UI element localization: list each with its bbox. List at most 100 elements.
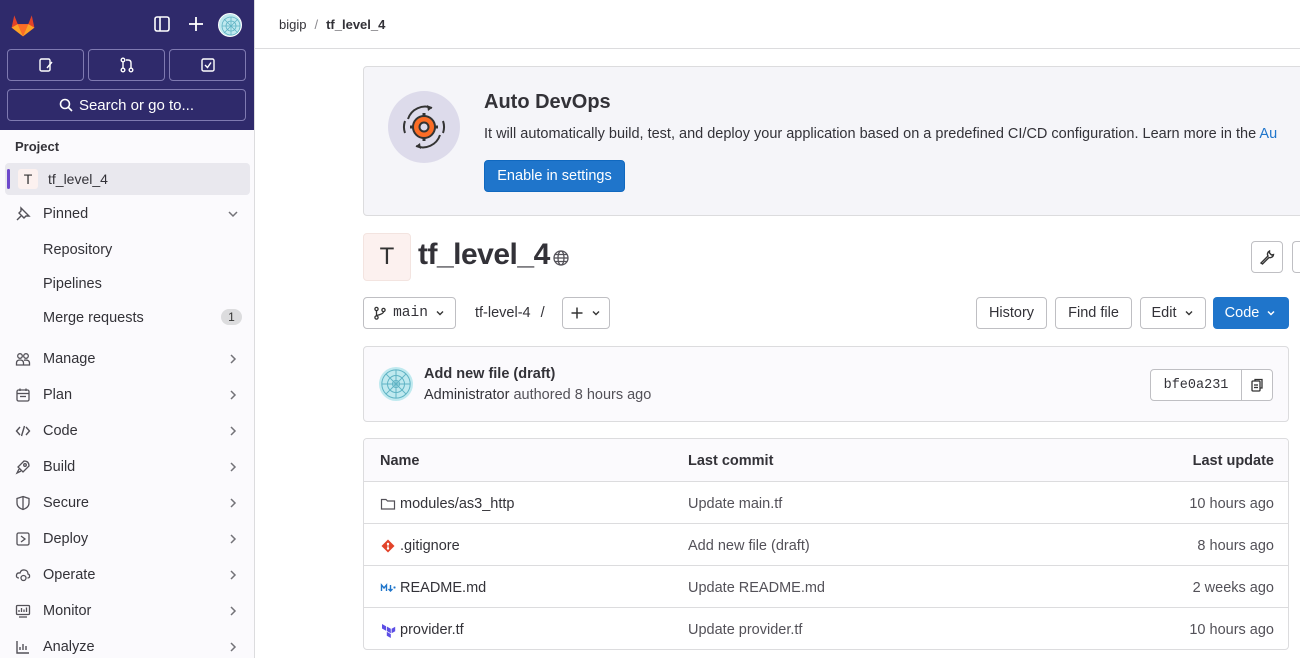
history-button[interactable]: History [976,297,1047,329]
sidebar-item-pipelines[interactable]: Pipelines [43,276,102,292]
find-file-label: Find file [1068,305,1119,321]
breadcrumb-group-link[interactable]: bigip [279,17,306,32]
copy-icon [1251,378,1263,392]
rocket-icon [15,459,31,475]
file-last-update: 8 hours ago [1197,538,1274,554]
gitlab-logo-icon[interactable] [9,11,37,39]
edit-dropdown[interactable]: Edit [1140,297,1206,329]
chevron-right-icon [230,390,237,400]
sidebar-item-analyze[interactable]: Analyze [5,631,250,663]
edit-label: Edit [1151,305,1177,321]
terraform-icon [382,624,396,638]
table-row[interactable]: .gitignore Add new file (draft) 8 hours … [364,524,1288,566]
branch-icon [374,306,386,320]
file-last-commit-link[interactable]: Update README.md [688,580,825,596]
sidebar-item-pinned[interactable]: Pinned [5,198,250,230]
sidebar-project-name: tf_level_4 [48,171,108,187]
file-last-commit-link[interactable]: Update provider.tf [688,622,802,638]
project-actions-button[interactable] [1292,241,1300,273]
sidebar-item-label: Operate [43,567,96,583]
code-icon [15,423,31,439]
copy-sha-button[interactable] [1241,369,1273,401]
file-name-link[interactable]: provider.tf [400,622,464,638]
sidebar-item-label: Manage [43,351,96,367]
globe-icon [553,250,569,266]
merge-requests-count-badge: 1 [221,309,242,325]
file-last-commit-link[interactable]: Update main.tf [688,496,782,512]
enable-in-settings-button[interactable]: Enable in settings [484,160,625,192]
column-header-last-update: Last update [1192,453,1274,469]
plus-icon[interactable] [186,14,206,34]
section-title: Project [15,139,60,154]
sidebar-item-build[interactable]: Build [5,451,250,483]
sidebar-item-code[interactable]: Code [5,415,250,447]
breadcrumb: bigip / tf_level_4 [279,17,385,32]
auto-devops-banner: Auto DevOps It will automatically build,… [363,66,1300,216]
commit-author-avatar[interactable] [379,367,413,401]
banner-text: It will automatically build, test, and d… [484,126,1260,142]
chevron-down-icon [228,211,238,218]
file-tree-table: Name Last commit Last update modules/as3… [363,438,1289,650]
table-header: Name Last commit Last update [364,439,1288,482]
find-file-button[interactable]: Find file [1055,297,1132,329]
sidebar-item-label: Code [43,423,78,439]
main-content: bigip / tf_level_4 Auto DevOps It will a… [255,0,1300,658]
merge-requests-button[interactable] [88,49,165,81]
table-row[interactable]: modules/as3_http Update main.tf 10 hours… [364,482,1288,524]
active-indicator [7,169,10,189]
user-avatar[interactable] [218,13,242,37]
breadcrumb-project-link[interactable]: tf_level_4 [326,17,385,32]
branch-name: main [393,305,428,321]
commit-title-link[interactable]: Add new file (draft) [424,366,555,382]
code-dropdown-button[interactable]: Code [1213,297,1289,329]
pin-icon [15,206,31,222]
banner-learn-more-link[interactable]: Au [1259,126,1277,142]
sidebar-item-plan[interactable]: Plan [5,379,250,411]
search-button[interactable]: Search or go to... [7,89,246,121]
search-label: Search or go to... [78,96,195,114]
shield-icon [15,495,31,511]
settings-button[interactable] [1251,241,1283,273]
repo-path-root[interactable]: tf-level-4 [475,305,531,321]
file-name-link[interactable]: .gitignore [400,538,460,554]
issues-icon [38,58,53,72]
page-title: tf_level_4 [418,238,550,271]
repo-path: tf-level-4 / [475,305,545,321]
branch-selector[interactable]: main [363,297,456,329]
file-name-link[interactable]: modules/as3_http [400,496,514,512]
sidebar-item-label: Deploy [43,531,89,547]
chevron-right-icon [230,498,237,508]
sidebar-item-monitor[interactable]: Monitor [5,595,250,627]
sidebar: Search or go to... Project T tf_level_4 … [0,0,255,658]
todo-button[interactable] [169,49,246,81]
sidebar-item-secure[interactable]: Secure [5,487,250,519]
file-name-link[interactable]: README.md [400,580,486,596]
banner-title: Auto DevOps [484,91,611,113]
chevron-down-icon [436,311,444,316]
project-avatar: T [18,169,38,189]
sidebar-item-manage[interactable]: Manage [5,343,250,375]
sidebar-item-label: Analyze [43,639,95,655]
sidebar-toggle-icon[interactable] [152,14,172,34]
merge-request-icon [120,57,133,73]
markdown-icon [380,583,396,592]
issues-button[interactable] [7,49,84,81]
table-row[interactable]: provider.tf Update provider.tf 10 hours … [364,608,1288,649]
add-to-tree-dropdown[interactable] [562,297,610,329]
sidebar-project-item[interactable]: T tf_level_4 [5,163,250,195]
commit-author-link[interactable]: Administrator [424,387,509,403]
file-last-commit-link[interactable]: Add new file (draft) [688,538,810,554]
table-row[interactable]: README.md Update README.md 2 weeks ago [364,566,1288,608]
chevron-right-icon [230,354,237,364]
sidebar-item-deploy[interactable]: Deploy [5,523,250,555]
history-label: History [988,305,1035,321]
commit-sha-button[interactable]: bfe0a231 [1150,369,1242,401]
sidebar-item-repository[interactable]: Repository [43,242,112,258]
file-last-update: 10 hours ago [1189,496,1274,512]
cloud-gear-icon [15,567,31,583]
sidebar-item-operate[interactable]: Operate [5,559,250,591]
users-icon [15,351,31,367]
banner-description: It will automatically build, test, and d… [484,126,1277,142]
code-label: Code [1224,305,1260,321]
sidebar-item-merge-requests[interactable]: Merge requests [43,310,144,326]
